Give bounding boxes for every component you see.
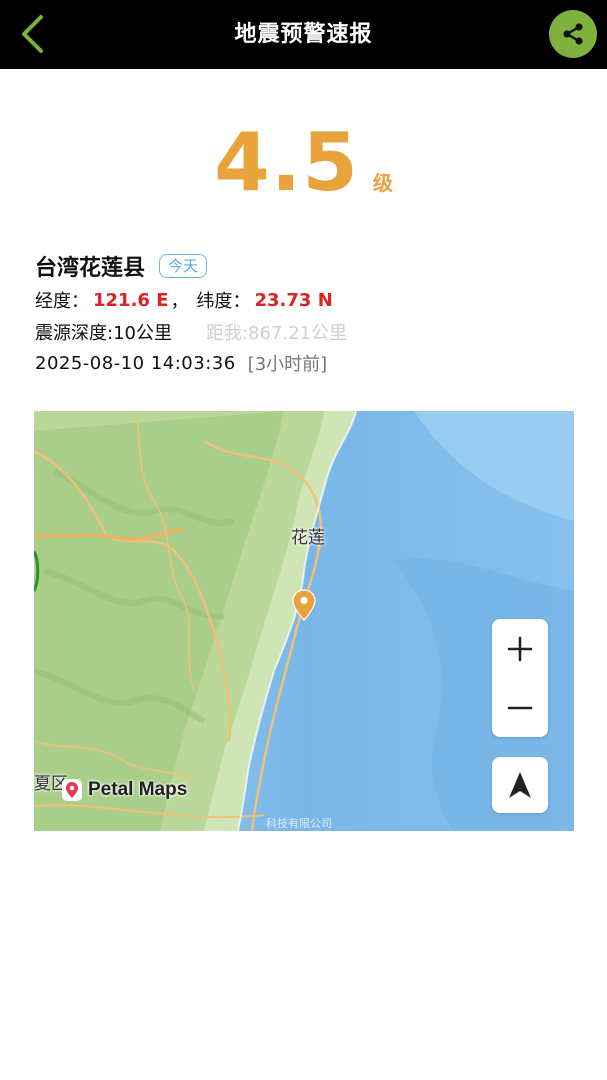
top-bar: 地震预警速报	[0, 0, 607, 69]
longitude-label: 经度：	[35, 291, 89, 312]
map-view[interactable]: 花莲 夏区 Petal Maps 科技有限公司	[34, 411, 574, 831]
magnitude-value: 4.5	[214, 116, 359, 209]
share-icon	[563, 23, 583, 45]
latitude-label: 纬度：	[196, 291, 251, 312]
latitude-value: 23.73 N	[254, 289, 333, 311]
magnitude-display: 4.5 级	[0, 118, 607, 208]
location-name: 台湾花莲县	[35, 256, 146, 281]
map-copyright: 科技有限公司	[266, 817, 332, 830]
time-ago: [3小时前]	[247, 354, 328, 375]
magnitude-unit: 级	[372, 171, 393, 195]
coordinates-row: 经度： 121.6 E ， 纬度： 23.73 N	[35, 286, 333, 314]
share-button[interactable]	[549, 10, 597, 58]
plus-icon	[507, 636, 533, 661]
today-badge: 今天	[159, 254, 208, 278]
longitude-value: 121.6 E	[93, 289, 169, 311]
time-row: 2025-08-10 14:03:36 [3小时前]	[35, 349, 327, 377]
map-pin-icon[interactable]	[292, 589, 316, 621]
navigation-arrow-icon	[509, 772, 531, 798]
depth-text: 震源深度:10公里	[35, 323, 172, 344]
city-label: 花莲	[291, 528, 325, 548]
zoom-control	[492, 619, 548, 737]
locate-button[interactable]	[492, 757, 548, 813]
map-logo-text: Petal Maps	[88, 779, 188, 800]
petal-maps-logo-icon	[62, 779, 82, 801]
chevron-left-icon	[22, 15, 43, 53]
depth-row: 震源深度:10公里 距我:867.21公里	[35, 318, 347, 346]
map-logo: Petal Maps	[62, 779, 187, 801]
location-row: 台湾花莲县 今天	[35, 250, 208, 282]
back-button[interactable]	[12, 12, 52, 56]
zoom-in-button[interactable]	[492, 619, 548, 678]
coordinate-separator: ，	[170, 291, 189, 312]
event-time: 2025-08-10 14:03:36	[35, 352, 236, 374]
page-title: 地震预警速报	[234, 22, 373, 47]
zoom-out-button[interactable]	[492, 678, 548, 737]
distance-text: 距我:867.21公里	[205, 323, 348, 344]
minus-icon	[507, 706, 533, 709]
